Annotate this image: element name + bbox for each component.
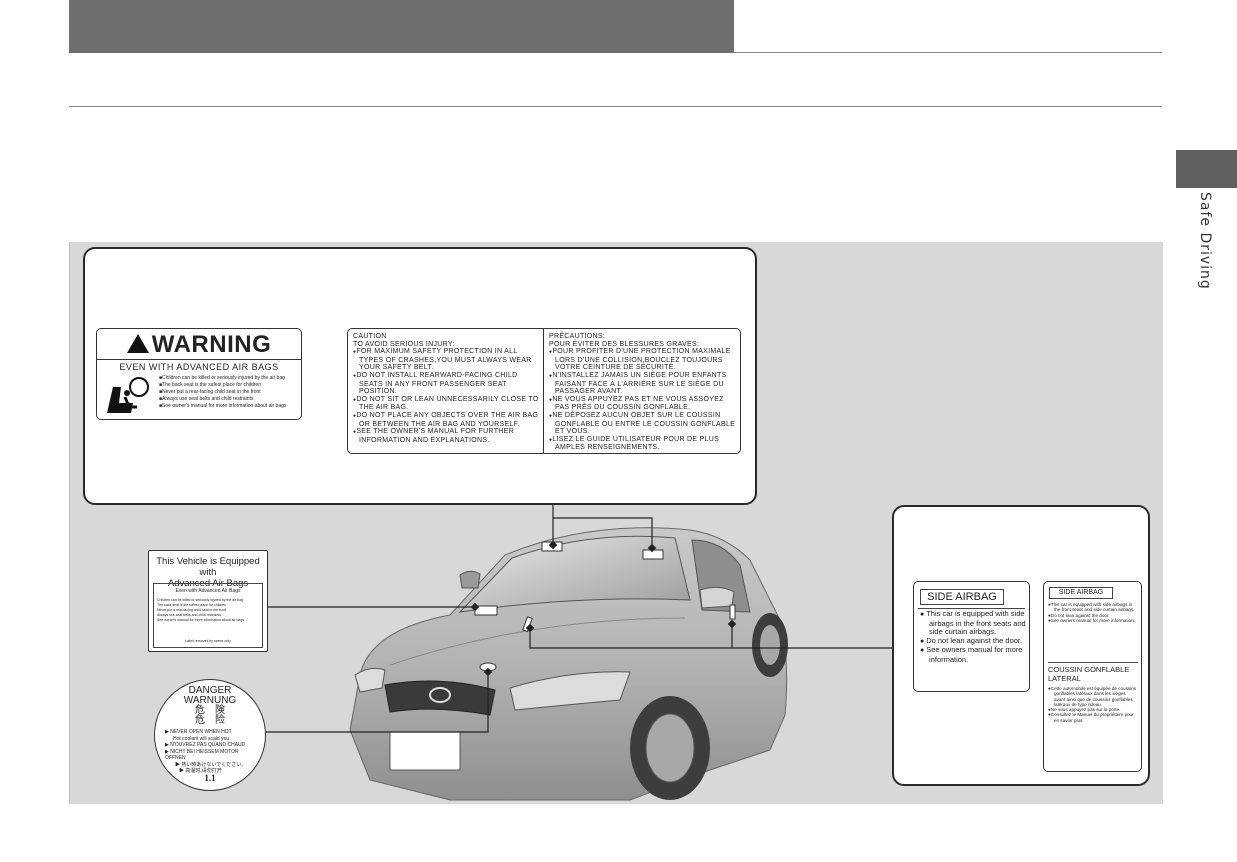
warning-label: WARNING EVEN WITH ADVANCED AIR BAGS Chil… — [96, 328, 302, 420]
equipped-list: Children can be killed or seriously inju… — [157, 598, 261, 623]
advanced-airbag-label: This Vehicle is Equipped with Advanced A… — [148, 550, 268, 652]
danger-number: 1.1 — [204, 773, 216, 783]
equipped-info-box: Even with Advanced Air Bags Children can… — [153, 583, 263, 648]
side-airbag-list: This car is equipped with side airbags i… — [920, 609, 1026, 665]
warning-list: Children can be killed or seriously inju… — [159, 375, 299, 410]
caution-heading: CAUTION — [353, 333, 387, 340]
side-airbag-title: SIDE AIRBAG — [920, 589, 1004, 605]
list-item: See owners manual for more information. — [920, 646, 1026, 664]
caution-subheading: TO AVOID SERIOUS INJURY: — [353, 340, 455, 348]
precautions-heading: PRÉCAUTIONS: — [549, 333, 606, 340]
list-item: DO NOT INSTALL REARWARD-FACING CHILD SEA… — [353, 372, 540, 396]
list-item: NE VOUS APPUYEZ PAS ET NE VOUS ASSOYEZ P… — [549, 396, 737, 412]
list-item: Cette automobile est équipée de coussins… — [1048, 686, 1138, 707]
warning-subtitle: EVEN WITH ADVANCED AIR BAGS — [119, 362, 279, 372]
child-seat-airbag-icon — [103, 373, 153, 415]
equipped-footer: Label removed by owner only — [185, 639, 231, 643]
side-airbag-label-english: SIDE AIRBAG This car is equipped with si… — [913, 581, 1030, 692]
list-item: DO NOT SIT OR LEAN UNNECESSARILY CLOSE T… — [353, 396, 540, 412]
danger-title: DANGER WARNUNG 危 険 危 险 — [155, 686, 265, 726]
warning-title-text: WARNING — [151, 331, 272, 358]
list-item: DO NOT PLACE ANY OBJECTS OVER THE AIR BA… — [353, 412, 540, 428]
side-airbag-list: This car is equipped with side airbags i… — [1048, 602, 1138, 623]
side-airbag-label-bilingual: SIDE AIRBAG This car is equipped with si… — [1043, 581, 1142, 772]
precautions-list: POUR PROFITER D'UNE PROTECTION MAXIMALE … — [549, 348, 737, 452]
caution-list: FOR MAXIMUM SAFETY PROTECTION IN ALL TYP… — [353, 348, 540, 444]
radiator-cap-danger-label: DANGER WARNUNG 危 険 危 险 ▶ NEVER OPEN WHEN… — [154, 679, 266, 791]
caution-french: PRÉCAUTIONS: POUR ÉVITER DES BLESSURES G… — [544, 329, 740, 453]
list-item: See owner's manual for more information … — [157, 618, 245, 622]
equipped-subtitle: Even with Advanced Air Bags — [175, 588, 241, 594]
warning-triangle-icon — [126, 334, 149, 353]
list-item: The back seat is the safest place for ch… — [159, 382, 299, 389]
list-item: Consultez le Manuel du propriétaire pour… — [1048, 712, 1138, 723]
side-airbag-title: SIDE AIRBAG — [1049, 587, 1113, 599]
coussin-gonflable-heading: COUSSIN GONFLABLE LATERAL — [1048, 662, 1138, 683]
warning-title: WARNING — [97, 331, 301, 359]
list-item: FOR MAXIMUM SAFETY PROTECTION IN ALL TYP… — [353, 348, 540, 372]
coussin-heading-line2: LATERAL — [1048, 674, 1081, 683]
list-item: See owners manual for more information. — [1048, 618, 1138, 623]
warning-divider — [97, 359, 301, 360]
caution-label: CAUTION TO AVOID SERIOUS INJURY: FOR MAX… — [347, 328, 741, 454]
coussin-gonflable-list: Cette automobile est équipée de coussins… — [1048, 686, 1138, 723]
list-item: ▶ NICHT BEI HEISSEM MOTOR ÖFFNEN — [165, 748, 239, 762]
precautions-subheading: POUR ÉVITER DES BLESSURES GRAVES: — [549, 340, 700, 348]
equipped-title-line1: This Vehicle is Equipped with — [156, 556, 260, 578]
list-item: See owner's manual for more information … — [159, 403, 299, 410]
list-item: Never put a rear-facing child seat in th… — [159, 389, 299, 396]
danger-line-4: 危 险 — [195, 715, 225, 726]
list-item: This car is equipped with side airbags i… — [920, 609, 1026, 637]
list-item: Children can be killed or seriously inju… — [159, 375, 299, 382]
list-item: LISEZ LE GUIDE UTILISATEUR POUR DE PLUS … — [549, 436, 737, 452]
danger-text-list: ▶ NEVER OPEN WHEN HOT Hot coolant will s… — [165, 729, 259, 775]
list-item: ▶ N'OUVREZ PAS QUAND CHAUD — [165, 742, 246, 748]
coussin-heading-line1: COUSSIN GONFLABLE — [1048, 665, 1130, 674]
list-item: Always use seat belts and child restrain… — [159, 396, 299, 403]
list-item: This car is equipped with side airbags i… — [1048, 602, 1138, 613]
list-item: POUR PROFITER D'UNE PROTECTION MAXIMALE … — [549, 348, 737, 372]
list-item: N'INSTALLEZ JAMAIS UN SIÈGE POUR ENFANTS… — [549, 372, 737, 396]
caution-english: CAUTION TO AVOID SERIOUS INJURY: FOR MAX… — [348, 329, 544, 453]
list-item: SEE THE OWNER'S MANUAL FOR FURTHER INFOR… — [353, 428, 540, 444]
list-item: NE DÉPOSEZ AUCUN OBJET SUR LE COUSSIN GO… — [549, 412, 737, 436]
